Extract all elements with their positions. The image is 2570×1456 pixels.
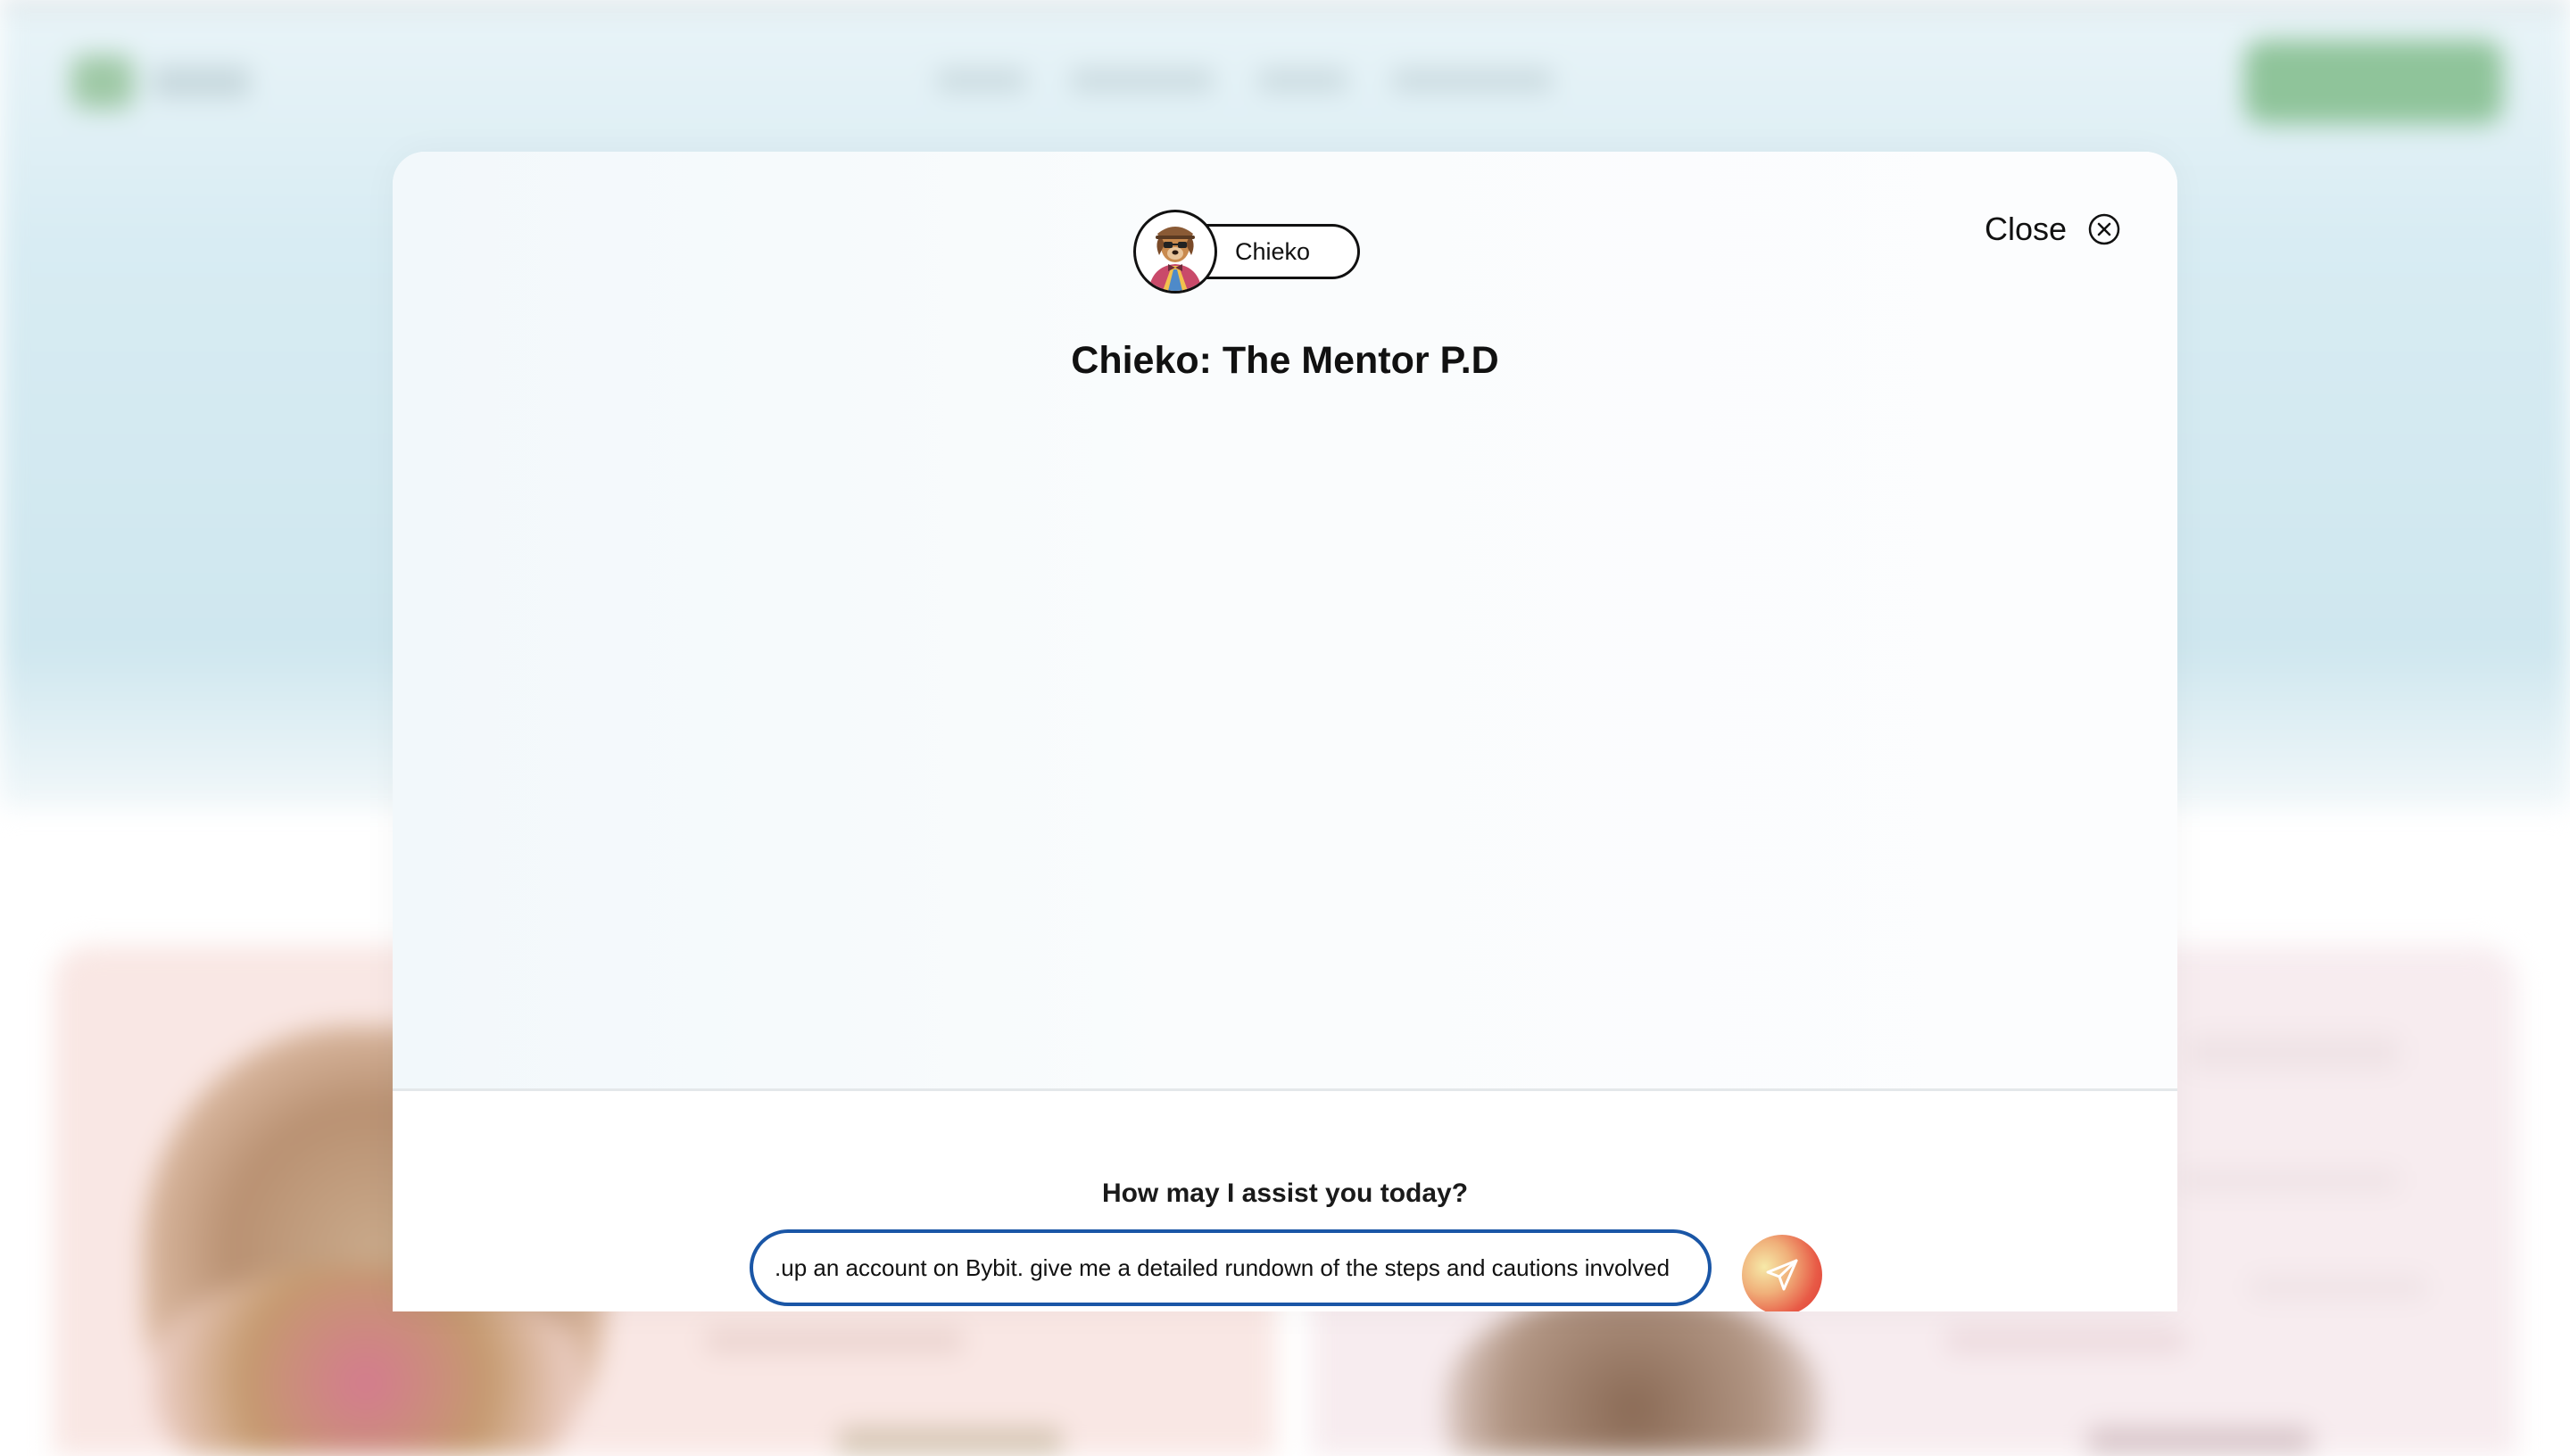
close-button[interactable]: Close bbox=[1985, 211, 2120, 248]
page-title: Chieko: The Mentor P.D bbox=[1071, 339, 1499, 382]
background-text-line bbox=[2177, 1169, 2400, 1192]
chat-input-area: How may I assist you today? bbox=[393, 1091, 2177, 1311]
close-circle-icon bbox=[2088, 213, 2120, 245]
background-nav-item bbox=[1071, 70, 1214, 91]
background-button bbox=[2088, 1427, 2311, 1456]
send-button[interactable] bbox=[1742, 1235, 1822, 1311]
chat-modal: Chieko Close Chieko: The Mentor P.D How … bbox=[393, 152, 2177, 1311]
background-nav-item bbox=[1258, 70, 1347, 91]
background-text-line bbox=[2186, 1035, 2400, 1071]
prompt-heading: How may I assist you today? bbox=[1101, 1179, 1469, 1208]
chat-message-input[interactable] bbox=[750, 1229, 1712, 1306]
background-logo bbox=[71, 55, 134, 109]
background-text-line bbox=[2249, 1276, 2427, 1299]
background-text-line bbox=[705, 1329, 964, 1353]
background-text-line bbox=[1945, 1329, 2186, 1353]
background-button bbox=[839, 1427, 1062, 1456]
background-nav-item bbox=[937, 70, 1026, 91]
dog-avatar-icon bbox=[1133, 210, 1217, 294]
chat-modal-header-area: Chieko Close Chieko: The Mentor P.D bbox=[393, 152, 2177, 1088]
agent-name-label: Chieko bbox=[1199, 224, 1360, 279]
background-cta-button bbox=[2244, 40, 2503, 124]
close-label: Close bbox=[1984, 211, 2067, 247]
background-nav-item bbox=[1392, 70, 1553, 91]
background-logo-text bbox=[152, 67, 250, 97]
agent-selector[interactable]: Chieko bbox=[1133, 209, 1360, 294]
paper-plane-icon bbox=[1766, 1259, 1798, 1291]
